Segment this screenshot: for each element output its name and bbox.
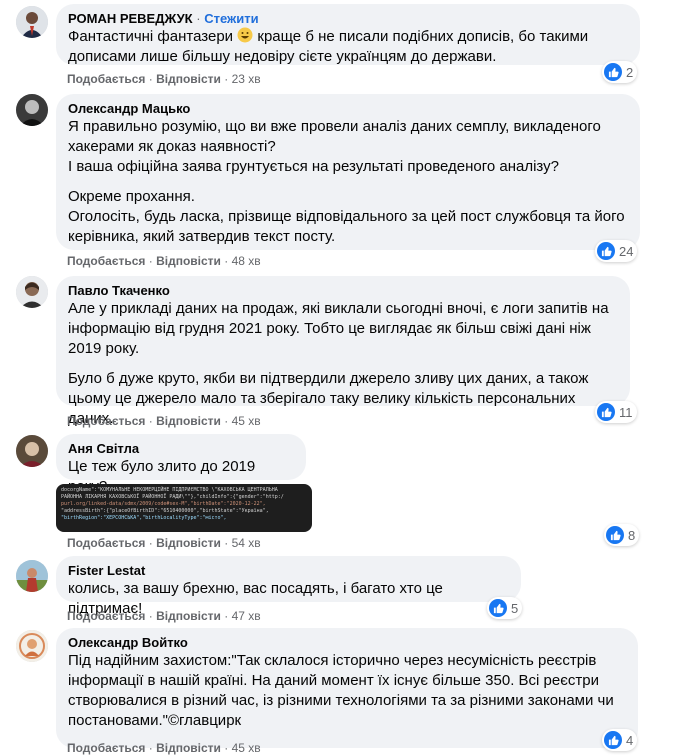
comment-text: Але у прикладі даних на продаж, які викл… — [68, 299, 618, 429]
like-button[interactable]: Подобається — [67, 254, 145, 268]
separator: · — [148, 609, 153, 623]
reaction-count: 2 — [626, 64, 634, 80]
author-name[interactable]: РОМАН РЕВЕДЖУК — [68, 11, 193, 26]
timestamp[interactable]: 45 хв — [232, 741, 261, 755]
reply-button[interactable]: Відповісти — [156, 254, 221, 268]
follow-button[interactable]: Стежити — [204, 11, 258, 26]
reaction-count: 11 — [619, 404, 633, 420]
comment-bubble: Павло Ткаченко Але у прикладі даних на п… — [56, 276, 630, 427]
attached-screenshot[interactable]: docorgName":"КОМУНАЛЬНЕ НЕКОМЕРЦІЙНЕ ПІД… — [56, 484, 312, 532]
like-button[interactable]: Подобається — [67, 414, 145, 428]
like-button[interactable]: Подобається — [67, 536, 145, 550]
grinning-face-icon — [237, 27, 253, 43]
comment-bubble: Олександр Мацько Я правильно розумію, що… — [56, 94, 640, 250]
reactions-count[interactable]: 2 — [602, 61, 638, 83]
avatar[interactable] — [16, 435, 48, 467]
comment-text: Я правильно розумію, що ви вже провели а… — [68, 117, 628, 247]
text-part: краще б не писали подібних дописів, бо т… — [253, 28, 589, 45]
separator: · — [224, 536, 229, 550]
like-icon — [597, 242, 615, 260]
text-paragraph: Окреме прохання. Оголосіть, будь ласка, … — [68, 188, 625, 245]
text-paragraph: Але у прикладі даних на продаж, які викл… — [68, 300, 609, 357]
timestamp[interactable]: 48 хв — [232, 254, 261, 268]
avatar-image — [16, 435, 48, 467]
avatar[interactable] — [16, 6, 48, 38]
comment-actions: Подобається · Відповісти · 45 хв — [67, 414, 261, 428]
timestamp[interactable]: 45 хв — [232, 414, 261, 428]
like-button[interactable]: Подобається — [67, 609, 145, 623]
separator: · — [148, 414, 153, 428]
author-name[interactable]: Олександр Мацько — [68, 101, 628, 117]
reactions-count[interactable]: 8 — [604, 524, 640, 546]
comment-actions: Подобається · Відповісти · 48 хв — [67, 254, 261, 268]
like-button[interactable]: Подобається — [67, 72, 145, 86]
separator: · — [224, 741, 229, 755]
author-name[interactable]: Аня Світла — [68, 441, 294, 457]
avatar[interactable] — [16, 276, 48, 308]
author-name[interactable]: Fister Lestat — [68, 563, 509, 579]
reply-button[interactable]: Відповісти — [156, 72, 221, 86]
code-line: РАЙОННА ЛІКАРНЯ КАХОВСЬКОЇ РАЙОННОЇ РАДИ… — [61, 494, 284, 500]
avatar-image — [16, 630, 48, 662]
like-icon — [604, 731, 622, 749]
timestamp[interactable]: 54 хв — [232, 536, 261, 550]
separator: · — [196, 11, 201, 26]
like-icon — [604, 63, 622, 81]
separator: · — [224, 254, 229, 268]
comment-bubble: РОМАН РЕВЕДЖУК · Стежити Фантастичні фан… — [56, 4, 640, 65]
reaction-count: 4 — [626, 732, 634, 748]
reply-button[interactable]: Відповісти — [156, 609, 221, 623]
reaction-count: 8 — [628, 527, 636, 543]
separator: · — [224, 609, 229, 623]
code-line: purl.org/linked-data/sdmx/2009/code#sex-… — [61, 501, 266, 507]
like-icon — [606, 526, 624, 544]
reactions-count[interactable]: 5 — [487, 597, 523, 619]
text-paragraph: Під надійним захистом:"Так склалося істо… — [68, 652, 614, 729]
comment-bubble: Fister Lestat колись, за вашу брехню, ва… — [56, 556, 521, 617]
text-paragraph: Я правильно розумію, що ви вже провели а… — [68, 118, 601, 175]
separator: · — [224, 72, 229, 86]
code-line: "addressBirth":{"placeOfBirthID":"651040… — [61, 508, 269, 514]
author-line: РОМАН РЕВЕДЖУК · Стежити — [68, 11, 628, 27]
separator: · — [148, 536, 153, 550]
comment-text: Під надійним захистом:"Так склалося істо… — [68, 651, 626, 731]
timestamp[interactable]: 23 хв — [232, 72, 261, 86]
comment-actions: Подобається · Відповісти · 45 хв — [67, 741, 261, 755]
author-name[interactable]: Олександр Войтко — [68, 635, 626, 651]
like-icon — [597, 403, 615, 421]
separator: · — [224, 414, 229, 428]
like-icon — [489, 599, 507, 617]
reaction-count: 5 — [511, 600, 519, 616]
reply-button[interactable]: Відповісти — [156, 741, 221, 755]
comment-bubble: Олександр Войтко Під надійним захистом:"… — [56, 628, 638, 748]
reactions-count[interactable]: 24 — [595, 240, 638, 262]
avatar-image — [16, 6, 48, 38]
avatar[interactable] — [16, 630, 48, 662]
author-name[interactable]: Павло Ткаченко — [68, 283, 618, 299]
like-button[interactable]: Подобається — [67, 741, 145, 755]
comment-text: Фантастичні фантазери краще б не писали … — [68, 27, 628, 67]
reply-button[interactable]: Відповісти — [156, 536, 221, 550]
text-part: Фантастичні фантазери — [68, 28, 238, 45]
reactions-count[interactable]: 4 — [602, 729, 638, 751]
code-line: "birthRegion":"ХЕРСОНСЬКА","birthLocalit… — [61, 515, 227, 521]
text-part: дописами лише більшу недовіру сієте укра… — [68, 48, 497, 65]
avatar[interactable] — [16, 560, 48, 592]
comment-actions: Подобається · Відповісти · 47 хв — [67, 609, 261, 623]
timestamp[interactable]: 47 хв — [232, 609, 261, 623]
avatar-image — [16, 560, 48, 592]
reply-button[interactable]: Відповісти — [156, 414, 221, 428]
code-line: docorgName":"КОМУНАЛЬНЕ НЕКОМЕРЦІЙНЕ ПІД… — [61, 487, 278, 493]
avatar[interactable] — [16, 94, 48, 126]
separator: · — [148, 254, 153, 268]
reactions-count[interactable]: 11 — [595, 401, 637, 423]
comment-bubble: Аня Світла Це теж було злито до 2019 рок… — [56, 434, 306, 495]
comment-actions: Подобається · Відповісти · 23 хв — [67, 72, 261, 86]
separator: · — [148, 72, 153, 86]
avatar-image — [16, 276, 48, 308]
reaction-count: 24 — [619, 243, 634, 259]
separator: · — [148, 741, 153, 755]
avatar-image — [16, 94, 48, 126]
comment-actions: Подобається · Відповісти · 54 хв — [67, 536, 261, 550]
